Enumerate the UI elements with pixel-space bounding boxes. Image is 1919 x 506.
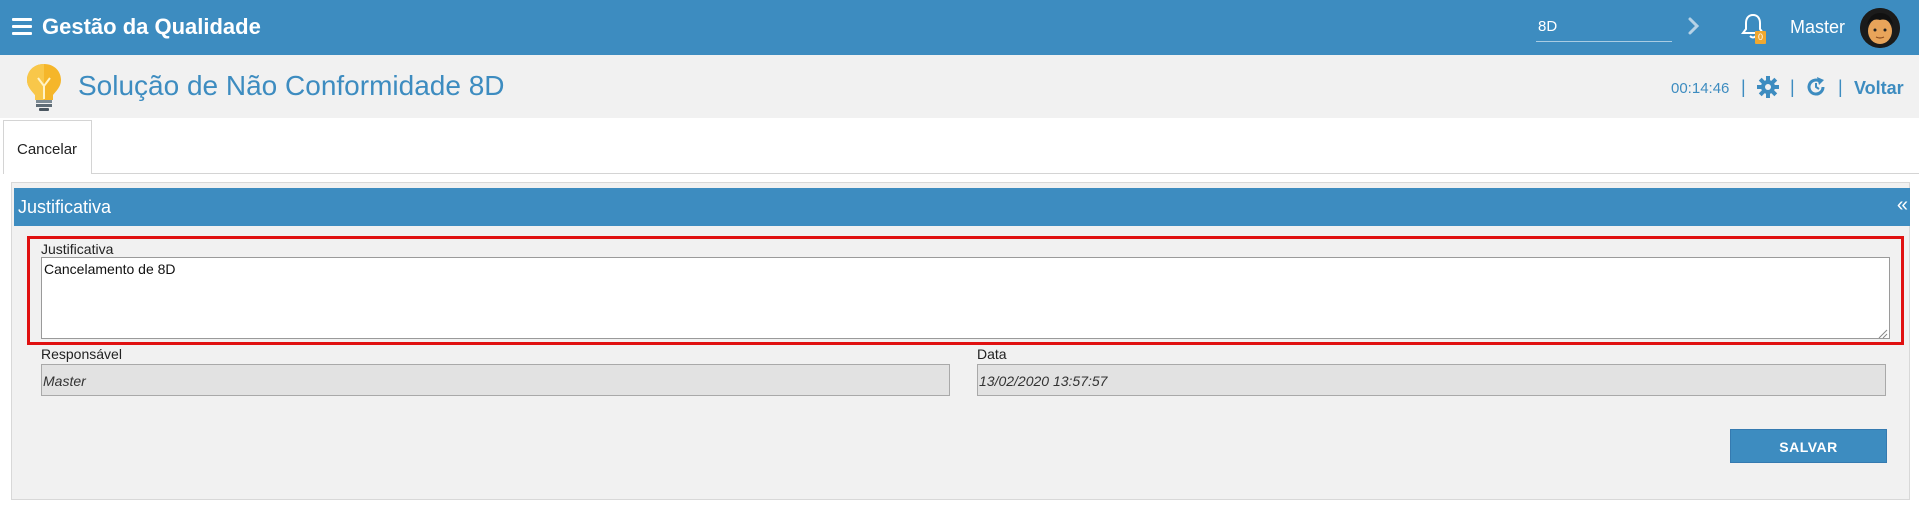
notification-badge: 0 [1755, 31, 1766, 44]
title-bar: Solução de Não Conformidade 8D 00:14:46 … [0, 55, 1919, 118]
lightbulb-icon [24, 62, 64, 112]
justificativa-textarea[interactable]: Cancelamento de 8D [41, 257, 1890, 339]
avatar[interactable] [1860, 8, 1900, 48]
panel-title: Justificativa [18, 197, 112, 217]
collapse-icon[interactable]: « [1897, 194, 1908, 217]
responsavel-label: Responsável [41, 346, 122, 362]
tab-divider [91, 173, 1919, 174]
resize-grip-icon[interactable] [1877, 326, 1888, 339]
save-button[interactable]: SALVAR [1730, 429, 1887, 463]
data-field: 13/02/2020 13:57:57 [977, 364, 1886, 396]
session-timer: 00:14:46 [1671, 80, 1730, 97]
back-link[interactable]: Voltar [1854, 78, 1904, 99]
separator: | [1838, 77, 1843, 97]
chevron-right-icon[interactable] [1686, 14, 1702, 38]
user-name[interactable]: Master [1790, 17, 1845, 38]
app-title: Gestão da Qualidade [42, 14, 261, 39]
refresh-icon[interactable] [1804, 75, 1828, 99]
menu-icon[interactable] [12, 18, 32, 35]
panel-header: Justificativa « [14, 188, 1910, 226]
responsavel-field: Master [41, 364, 950, 396]
page-title: Solução de Não Conformidade 8D [78, 70, 505, 101]
top-bar: Gestão da Qualidade 0 Master [0, 0, 1919, 55]
tab-cancelar[interactable]: Cancelar [3, 120, 92, 174]
gear-icon[interactable] [1756, 75, 1780, 99]
separator: | [1790, 77, 1795, 97]
data-label: Data [977, 346, 1007, 362]
search-input[interactable] [1536, 12, 1672, 42]
justificativa-label: Justificativa [41, 241, 114, 257]
separator: | [1741, 77, 1746, 97]
